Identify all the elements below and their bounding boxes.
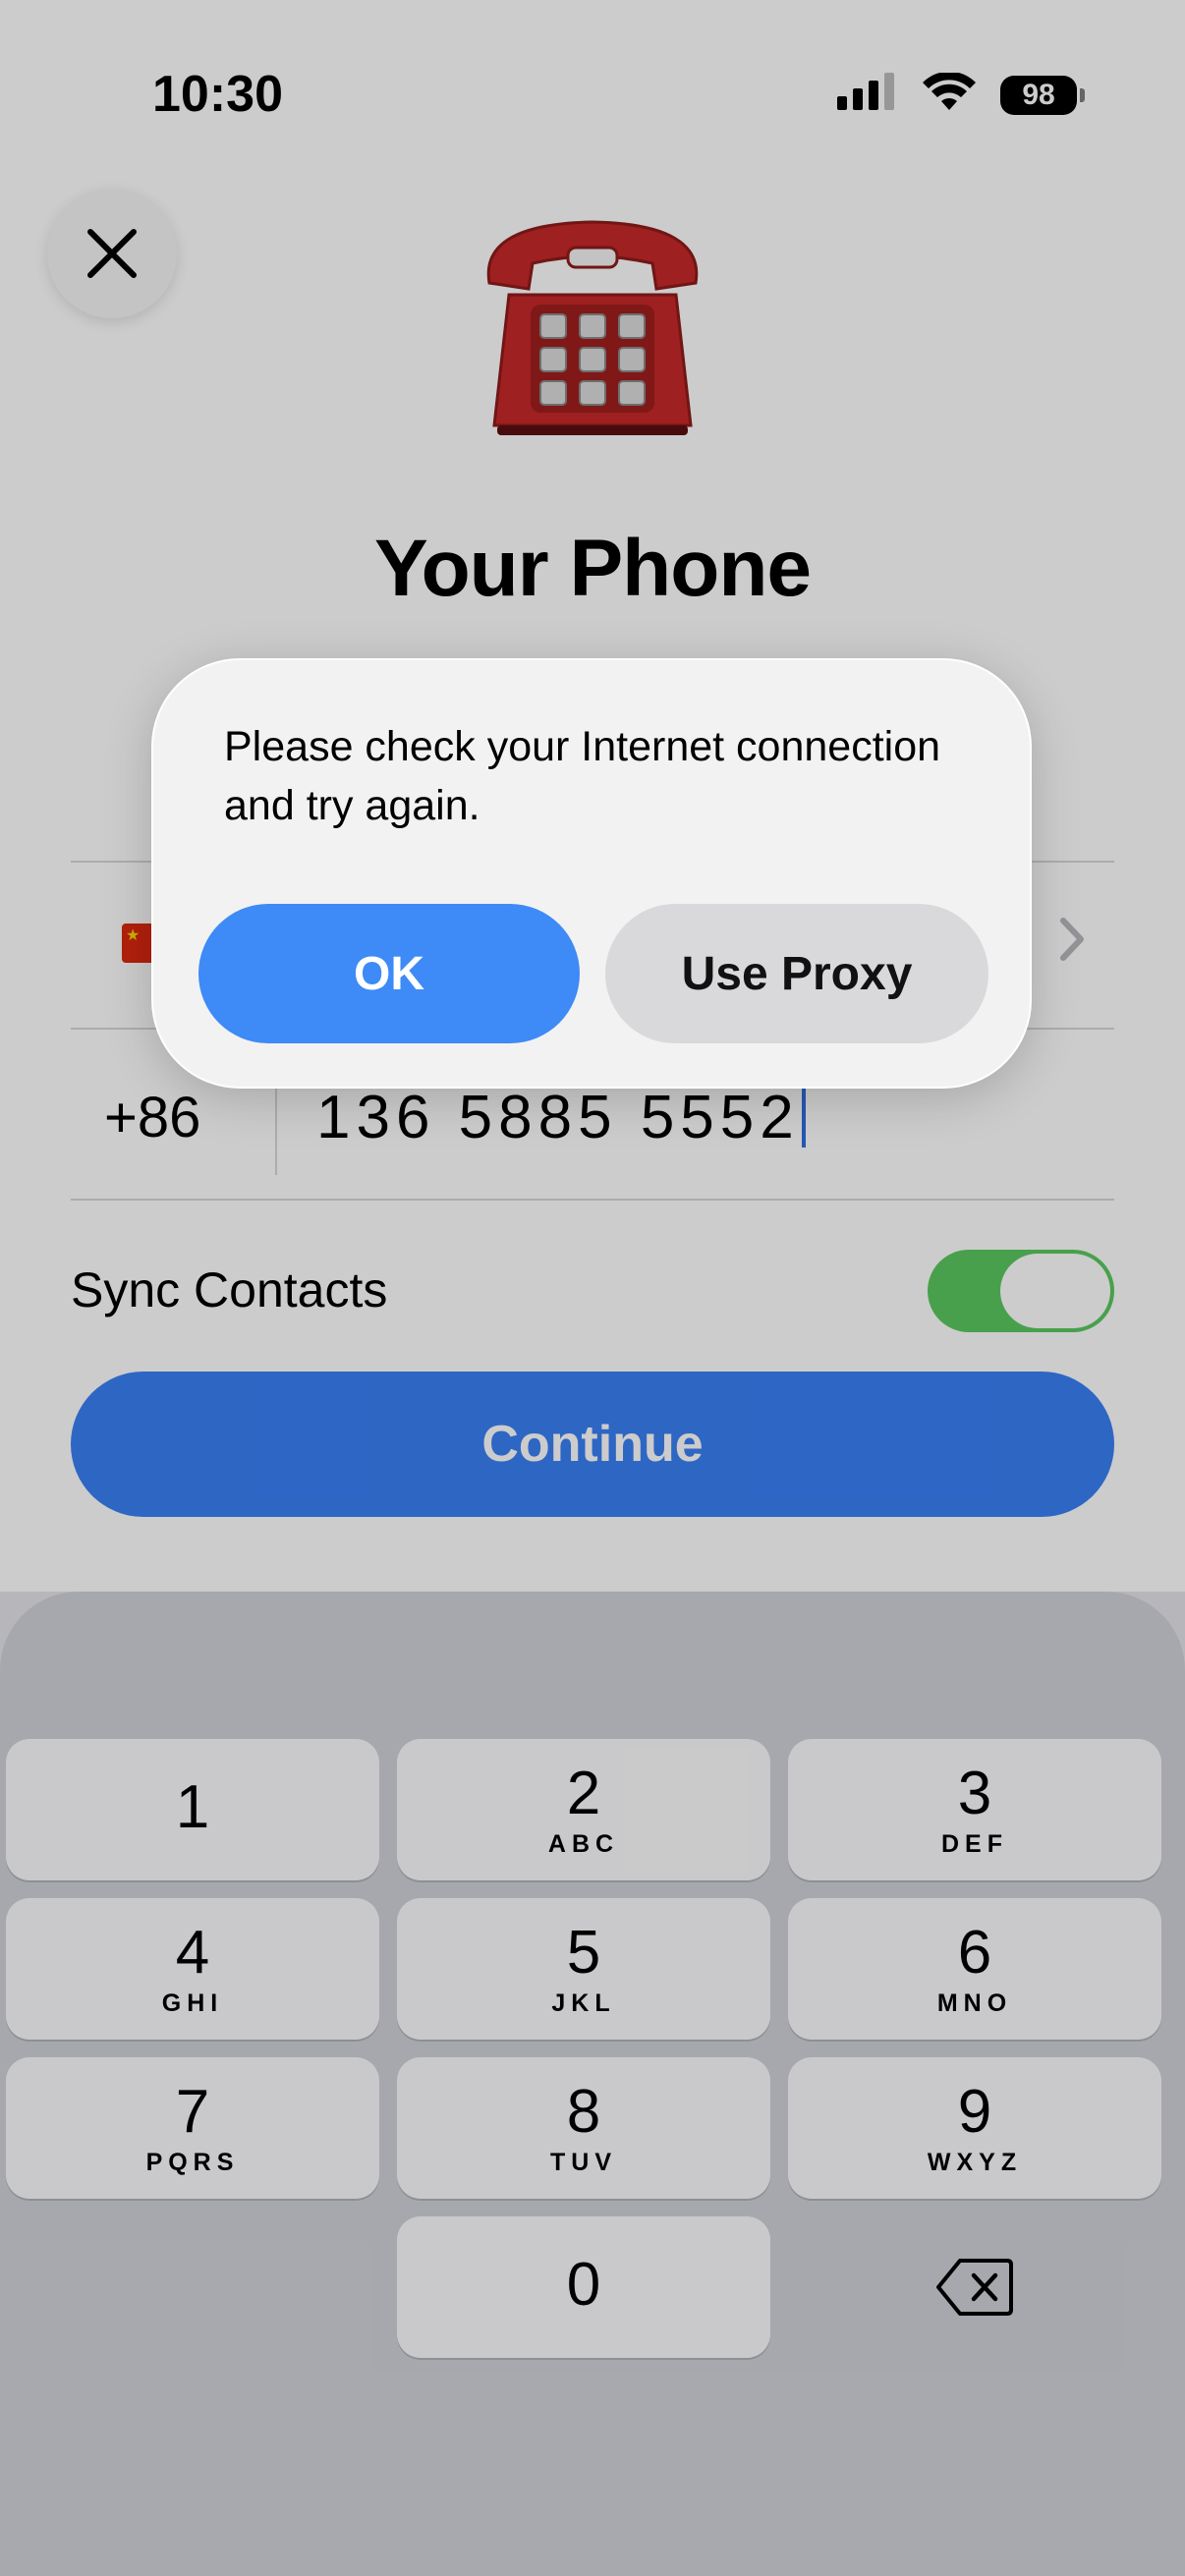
ok-button[interactable]: OK: [198, 904, 580, 1043]
alert-message: Please check your Internet connection an…: [224, 723, 941, 829]
use-proxy-button[interactable]: Use Proxy: [605, 904, 988, 1043]
connection-error-alert: Please check your Internet connection an…: [151, 658, 1032, 1089]
modal-backdrop: [0, 0, 1185, 2576]
